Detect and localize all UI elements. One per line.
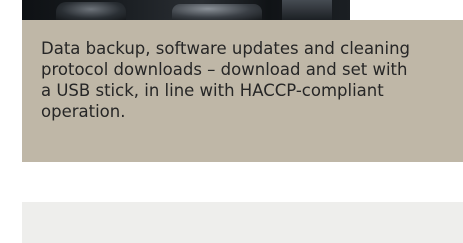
caption-text: Data backup, software updates and cleani…	[41, 39, 411, 121]
bottom-panel	[22, 202, 463, 243]
photo-detail-left	[56, 2, 126, 20]
photo-detail-right	[282, 0, 332, 20]
product-photo	[22, 0, 350, 20]
caption-box: Data backup, software updates and cleani…	[22, 20, 463, 162]
photo-detail-center	[172, 4, 262, 20]
